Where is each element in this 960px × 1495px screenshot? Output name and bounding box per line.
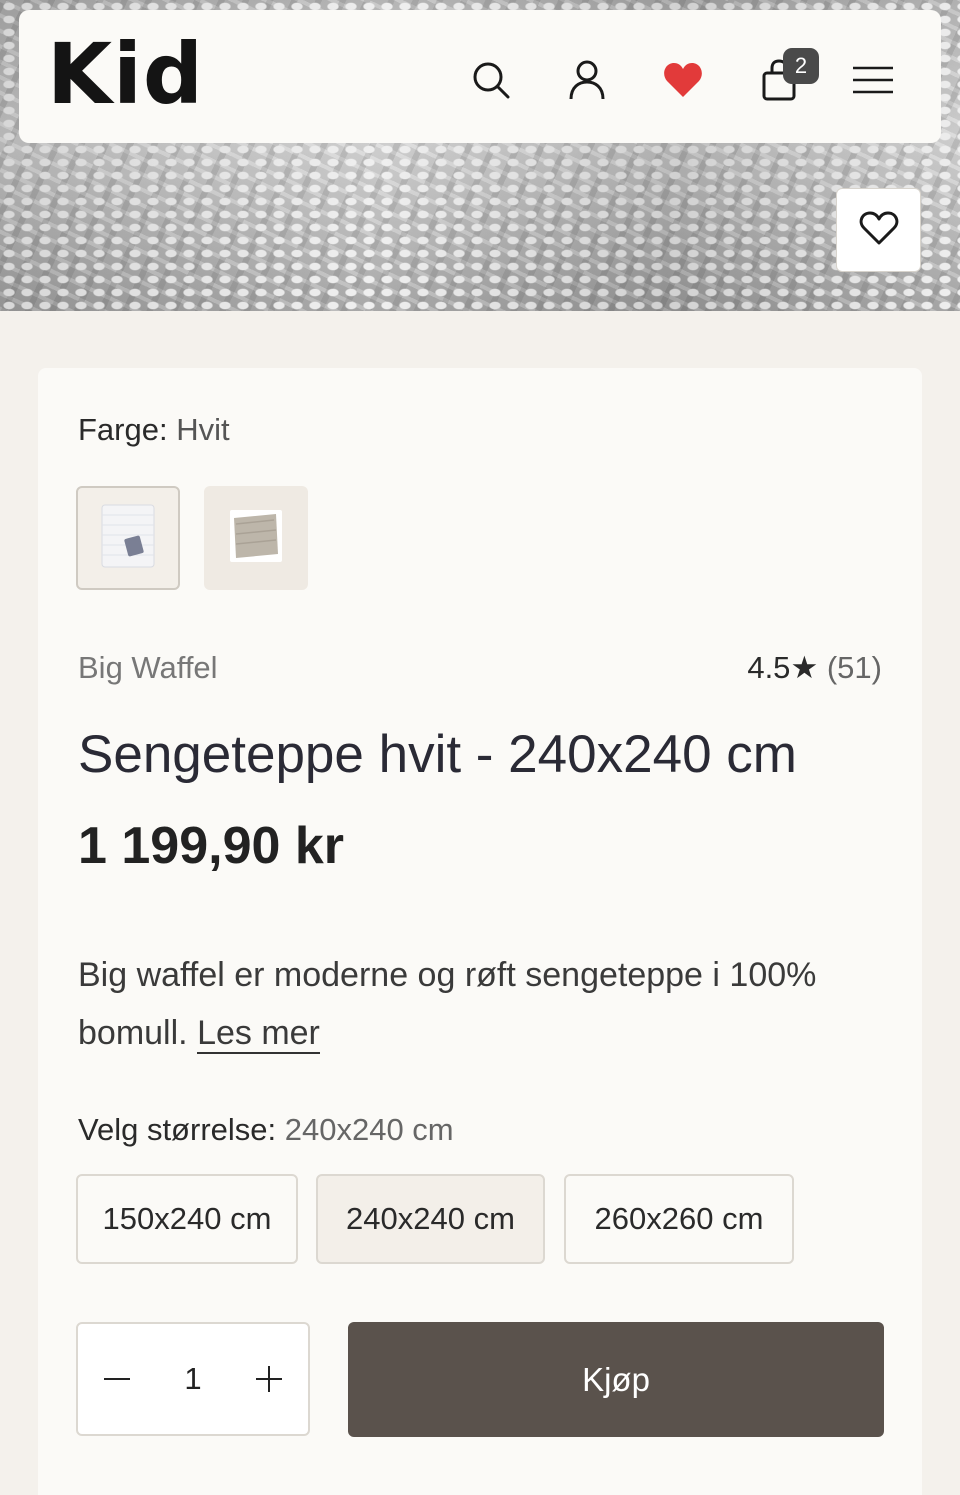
- color-swatch-beige[interactable]: [204, 486, 308, 590]
- brand-name[interactable]: Big Waffel: [78, 650, 218, 686]
- add-to-wishlist-button[interactable]: [836, 188, 921, 272]
- product-price: 1 199,90 kr: [78, 817, 345, 875]
- quantity-value[interactable]: 1: [184, 1361, 201, 1397]
- review-count: (51): [826, 650, 882, 685]
- search-icon[interactable]: [469, 58, 513, 102]
- read-more-link[interactable]: Les mer: [197, 1014, 320, 1054]
- size-option-240x240[interactable]: 240x240 cm: [316, 1174, 545, 1264]
- quantity-stepper: 1: [76, 1322, 310, 1436]
- star-icon: ★: [790, 650, 819, 685]
- increase-quantity-button[interactable]: [252, 1362, 286, 1396]
- product-title: Sengeteppe hvit - 240x240 cm: [78, 725, 797, 784]
- decrease-quantity-button[interactable]: [100, 1362, 134, 1396]
- color-value: Hvit: [176, 412, 230, 447]
- description-text: Big waffel er moderne og røft sengeteppe…: [78, 956, 817, 1052]
- color-label: Farge: Hvit: [78, 412, 230, 447]
- size-label: Velg størrelse: 240x240 cm: [78, 1112, 454, 1147]
- rating-value: 4.5: [747, 650, 791, 685]
- heart-outline-icon: [858, 210, 900, 251]
- product-description: Big waffel er moderne og røft sengeteppe…: [78, 946, 878, 1062]
- logo[interactable]: Kid: [47, 32, 204, 116]
- size-option-260x260[interactable]: 260x260 cm: [564, 1174, 794, 1264]
- blanket-beige-thumbnail: [224, 504, 288, 573]
- menu-icon[interactable]: [851, 58, 895, 102]
- user-icon[interactable]: [565, 58, 609, 102]
- selected-size-value: 240x240 cm: [284, 1112, 454, 1147]
- heart-icon[interactable]: [661, 58, 705, 102]
- product-rating[interactable]: 4.5★ (51): [747, 650, 882, 686]
- site-header: Kid 2: [19, 10, 941, 143]
- cart-count-badge: 2: [783, 48, 819, 84]
- color-swatch-white[interactable]: [76, 486, 180, 590]
- buy-button[interactable]: Kjøp: [348, 1322, 884, 1437]
- blanket-white-thumbnail: [98, 503, 158, 574]
- product-card: Farge: Hvit Big Waffel 4.5★ (51) Sengete…: [38, 368, 922, 1495]
- size-option-150x240[interactable]: 150x240 cm: [76, 1174, 298, 1264]
